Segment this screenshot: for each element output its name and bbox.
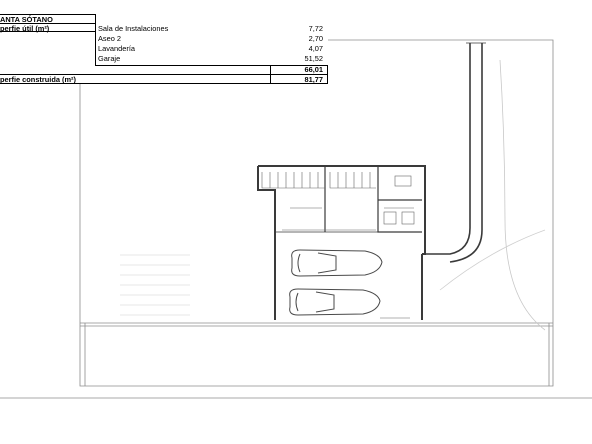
ramp-wall — [425, 43, 471, 255]
stair-treads — [261, 172, 325, 189]
dimension-line — [282, 207, 414, 231]
floor-plan-sheet: ANTA SÓTANO perfie útil (m²) Sala de Ins… — [0, 0, 592, 444]
building-wall — [258, 165, 426, 255]
car-icon — [289, 288, 381, 316]
appliance-icon — [383, 211, 397, 225]
stair-treads — [329, 172, 376, 189]
terrain-curve — [439, 229, 546, 291]
building-wall — [257, 166, 276, 320]
plan-drawing — [0, 39, 592, 399]
terrain-curve — [499, 59, 546, 331]
ramp-wall — [449, 43, 483, 263]
appliance-icon — [401, 211, 415, 225]
car-icon — [291, 249, 383, 277]
terrain-hatch — [120, 254, 190, 316]
washbasin-icon — [394, 175, 412, 187]
